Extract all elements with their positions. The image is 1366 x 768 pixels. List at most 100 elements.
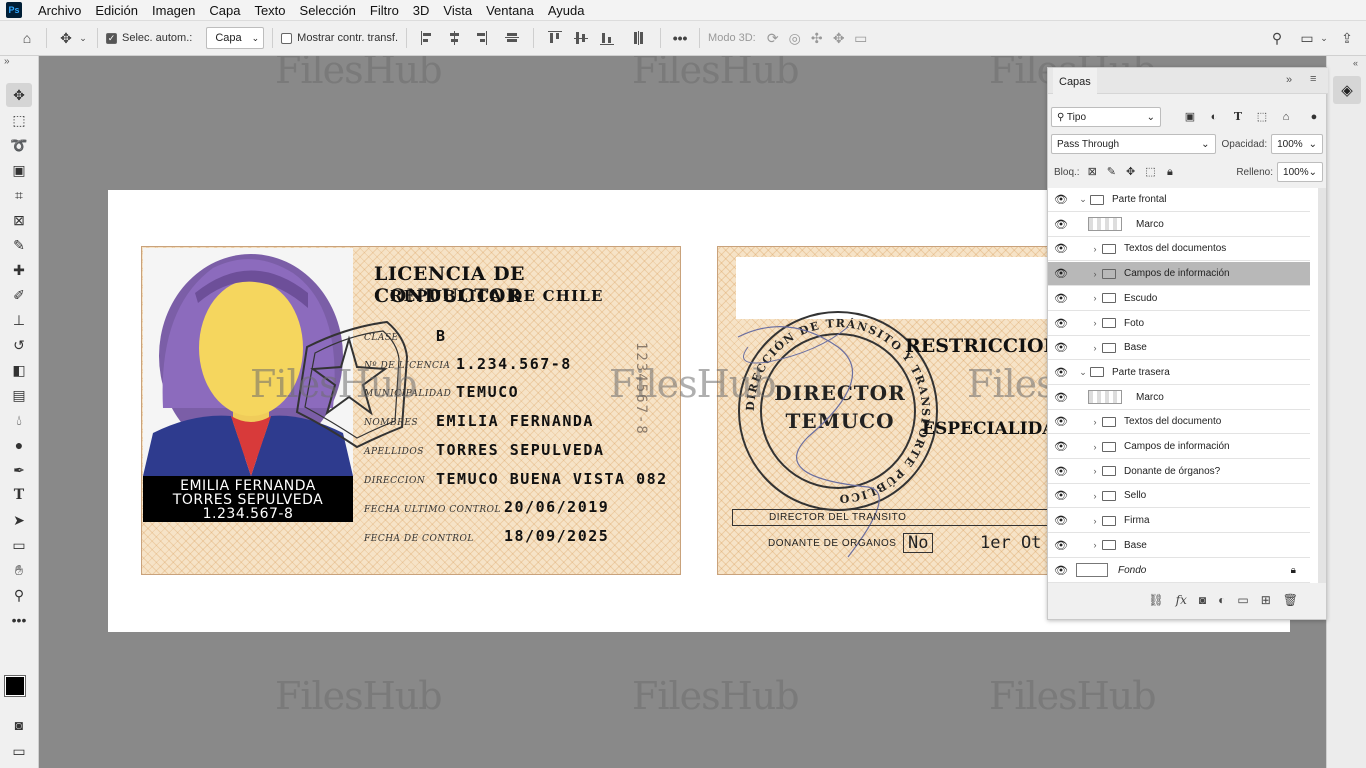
menu-edición[interactable]: Edición — [89, 3, 146, 18]
home-icon[interactable]: ⌂ — [16, 27, 38, 49]
visibility-eye-icon[interactable]: 👁︎ — [1048, 415, 1074, 428]
layer-row[interactable]: 👁︎ ⌄ Parte frontal — [1048, 188, 1310, 212]
filter-toggle-icon[interactable]: ● — [1307, 110, 1321, 124]
visibility-eye-icon[interactable]: 👁︎ — [1048, 366, 1074, 379]
layer-row[interactable]: 👁︎ › Sello — [1048, 484, 1310, 509]
healing-brush-tool-icon[interactable]: ✚ — [6, 258, 32, 282]
visibility-eye-icon[interactable]: 👁︎ — [1048, 292, 1074, 305]
menu-imagen[interactable]: Imagen — [146, 3, 203, 18]
visibility-eye-icon[interactable]: 👁︎ — [1048, 341, 1074, 354]
collapse-panel-icon[interactable]: » — [1286, 74, 1292, 86]
filter-type-icon[interactable]: T — [1231, 110, 1245, 124]
rectangle-tool-icon[interactable]: ▭ — [6, 533, 32, 557]
menu-selección[interactable]: Selección — [294, 3, 364, 18]
layers-list[interactable]: 👁︎ ⌄ Parte frontal 👁︎ Marco 👁︎ › Textos del doc… — [1048, 188, 1318, 583]
chevron-right-icon[interactable]: › — [1088, 244, 1102, 254]
chevron-right-icon[interactable]: › — [1088, 516, 1102, 526]
frame-tool-icon[interactable]: ⊠ — [6, 208, 32, 232]
filter-adjustment-icon[interactable]: ◐ — [1207, 110, 1221, 124]
more-tools-icon[interactable]: ••• — [6, 608, 32, 632]
layer-row[interactable]: 👁︎ › Foto — [1048, 312, 1310, 336]
menu-texto[interactable]: Texto — [248, 3, 293, 18]
chevron-right-icon[interactable]: › — [1088, 343, 1102, 353]
lock-all-icon[interactable]: 🔒︎ — [1166, 165, 1175, 179]
visibility-eye-icon[interactable]: 👁︎ — [1048, 242, 1074, 255]
align-center-h-icon[interactable] — [445, 29, 463, 47]
lock-transparent-icon[interactable]: ⊠ — [1088, 165, 1097, 179]
menu-vista[interactable]: Vista — [437, 3, 480, 18]
chevron-down-icon[interactable]: ⌄ — [77, 27, 89, 49]
menu-3d[interactable]: 3D — [407, 3, 438, 18]
3d-camera-icon[interactable]: ▭ — [850, 27, 872, 49]
layer-row[interactable]: 👁︎ Fondo 🔒︎ — [1048, 559, 1310, 583]
layers-scrollbar[interactable] — [1318, 188, 1326, 583]
visibility-eye-icon[interactable]: 👁︎ — [1048, 465, 1074, 478]
crop-tool-icon[interactable]: ⌗ — [6, 183, 32, 207]
3d-pan-icon[interactable]: ✣ — [806, 27, 828, 49]
screen-mode-icon[interactable]: ▭ — [6, 739, 32, 763]
menu-filtro[interactable]: Filtro — [364, 3, 407, 18]
3d-slide-icon[interactable]: ✥ — [828, 27, 850, 49]
blur-tool-icon[interactable]: 💧︎ — [6, 408, 32, 432]
pen-tool-icon[interactable]: ✒ — [6, 458, 32, 482]
visibility-eye-icon[interactable]: 👁︎ — [1048, 193, 1074, 206]
fill-input[interactable]: 100% ⌄ — [1277, 162, 1323, 182]
filter-type-select[interactable]: ⚲ Tipo ⌄ — [1051, 107, 1161, 127]
visibility-eye-icon[interactable]: 👁︎ — [1048, 564, 1074, 577]
align-top-icon[interactable] — [546, 29, 564, 47]
foreground-color-swatch[interactable] — [4, 675, 26, 697]
layer-row[interactable]: 👁︎ Marco — [1048, 386, 1310, 410]
chevron-right-icon[interactable]: › — [1088, 318, 1102, 328]
layer-row[interactable]: 👁︎ › Donante de órganos? — [1048, 460, 1310, 484]
gradient-tool-icon[interactable]: ▤ — [6, 383, 32, 407]
dodge-tool-icon[interactable]: ● — [6, 433, 32, 457]
expand-icon[interactable]: » — [0, 56, 38, 82]
panel-menu-icon[interactable]: ≡ — [1310, 73, 1316, 85]
filter-smart-object-icon[interactable]: ⌂ — [1279, 110, 1293, 124]
chevron-right-icon[interactable]: › — [1088, 269, 1102, 279]
type-tool-icon[interactable]: T — [6, 483, 32, 507]
search-icon[interactable]: ⚲ — [1266, 27, 1288, 49]
chevron-down-icon[interactable]: ⌄ — [1076, 367, 1090, 378]
hand-tool-icon[interactable]: ✋︎ — [6, 558, 32, 582]
chevron-right-icon[interactable]: › — [1088, 442, 1102, 452]
chevron-down-icon[interactable]: ⌄ — [1076, 194, 1090, 205]
lock-icon[interactable]: 🔒︎ — [1291, 565, 1296, 576]
path-select-tool-icon[interactable]: ➤ — [6, 508, 32, 532]
blend-mode-select[interactable]: Pass Through ⌄ — [1051, 134, 1216, 154]
layer-row[interactable]: 👁︎ › Textos del documentos — [1048, 237, 1310, 262]
chevron-right-icon[interactable]: › — [1088, 491, 1102, 501]
align-left-icon[interactable] — [419, 29, 437, 47]
add-mask-icon[interactable]: ◙ — [1199, 593, 1206, 607]
more-options-icon[interactable]: ••• — [669, 27, 691, 49]
chevron-right-icon[interactable]: › — [1088, 293, 1102, 303]
filter-shape-icon[interactable]: ⬚ — [1255, 110, 1269, 124]
layer-row[interactable]: 👁︎ › Firma — [1048, 509, 1310, 534]
layer-row[interactable]: 👁︎ › Campos de información — [1048, 435, 1310, 459]
layer-row[interactable]: 👁︎ › Base — [1048, 336, 1310, 361]
3d-orbit-icon[interactable]: ⟳ — [762, 27, 784, 49]
link-layers-icon[interactable]: ⛓ — [1148, 593, 1163, 607]
visibility-eye-icon[interactable]: 👁︎ — [1048, 514, 1074, 527]
move-tool-icon[interactable]: ✥ — [55, 27, 77, 49]
object-select-tool-icon[interactable]: ▣ — [6, 158, 32, 182]
share-icon[interactable]: ⇪ — [1336, 27, 1358, 49]
new-group-icon[interactable]: ▭ — [1237, 593, 1248, 607]
delete-layer-icon[interactable]: 🗑︎ — [1283, 593, 1298, 607]
marquee-tool-icon[interactable]: ⬚ — [6, 108, 32, 132]
menu-capa[interactable]: Capa — [203, 3, 248, 18]
visibility-eye-icon[interactable]: 👁︎ — [1048, 267, 1074, 280]
zoom-tool-icon[interactable]: ⚲ — [6, 583, 32, 607]
lasso-tool-icon[interactable]: ➰ — [6, 133, 32, 157]
visibility-eye-icon[interactable]: 👁︎ — [1048, 539, 1074, 552]
brush-tool-icon[interactable]: ✐ — [6, 283, 32, 307]
lock-artboard-icon[interactable]: ⬚ — [1145, 165, 1155, 179]
auto-select-dropdown[interactable]: Capa ⌄ — [206, 27, 265, 49]
visibility-eye-icon[interactable]: 👁︎ — [1048, 391, 1074, 404]
opacity-input[interactable]: 100% ⌄ — [1271, 134, 1323, 154]
eyedropper-tool-icon[interactable]: ✎ — [6, 233, 32, 257]
3d-roll-icon[interactable]: ◎ — [784, 27, 806, 49]
align-right-icon[interactable] — [471, 29, 489, 47]
layer-row[interactable]: 👁︎ › Escudo — [1048, 287, 1310, 311]
auto-select-checkbox[interactable]: ✓ — [106, 32, 117, 44]
